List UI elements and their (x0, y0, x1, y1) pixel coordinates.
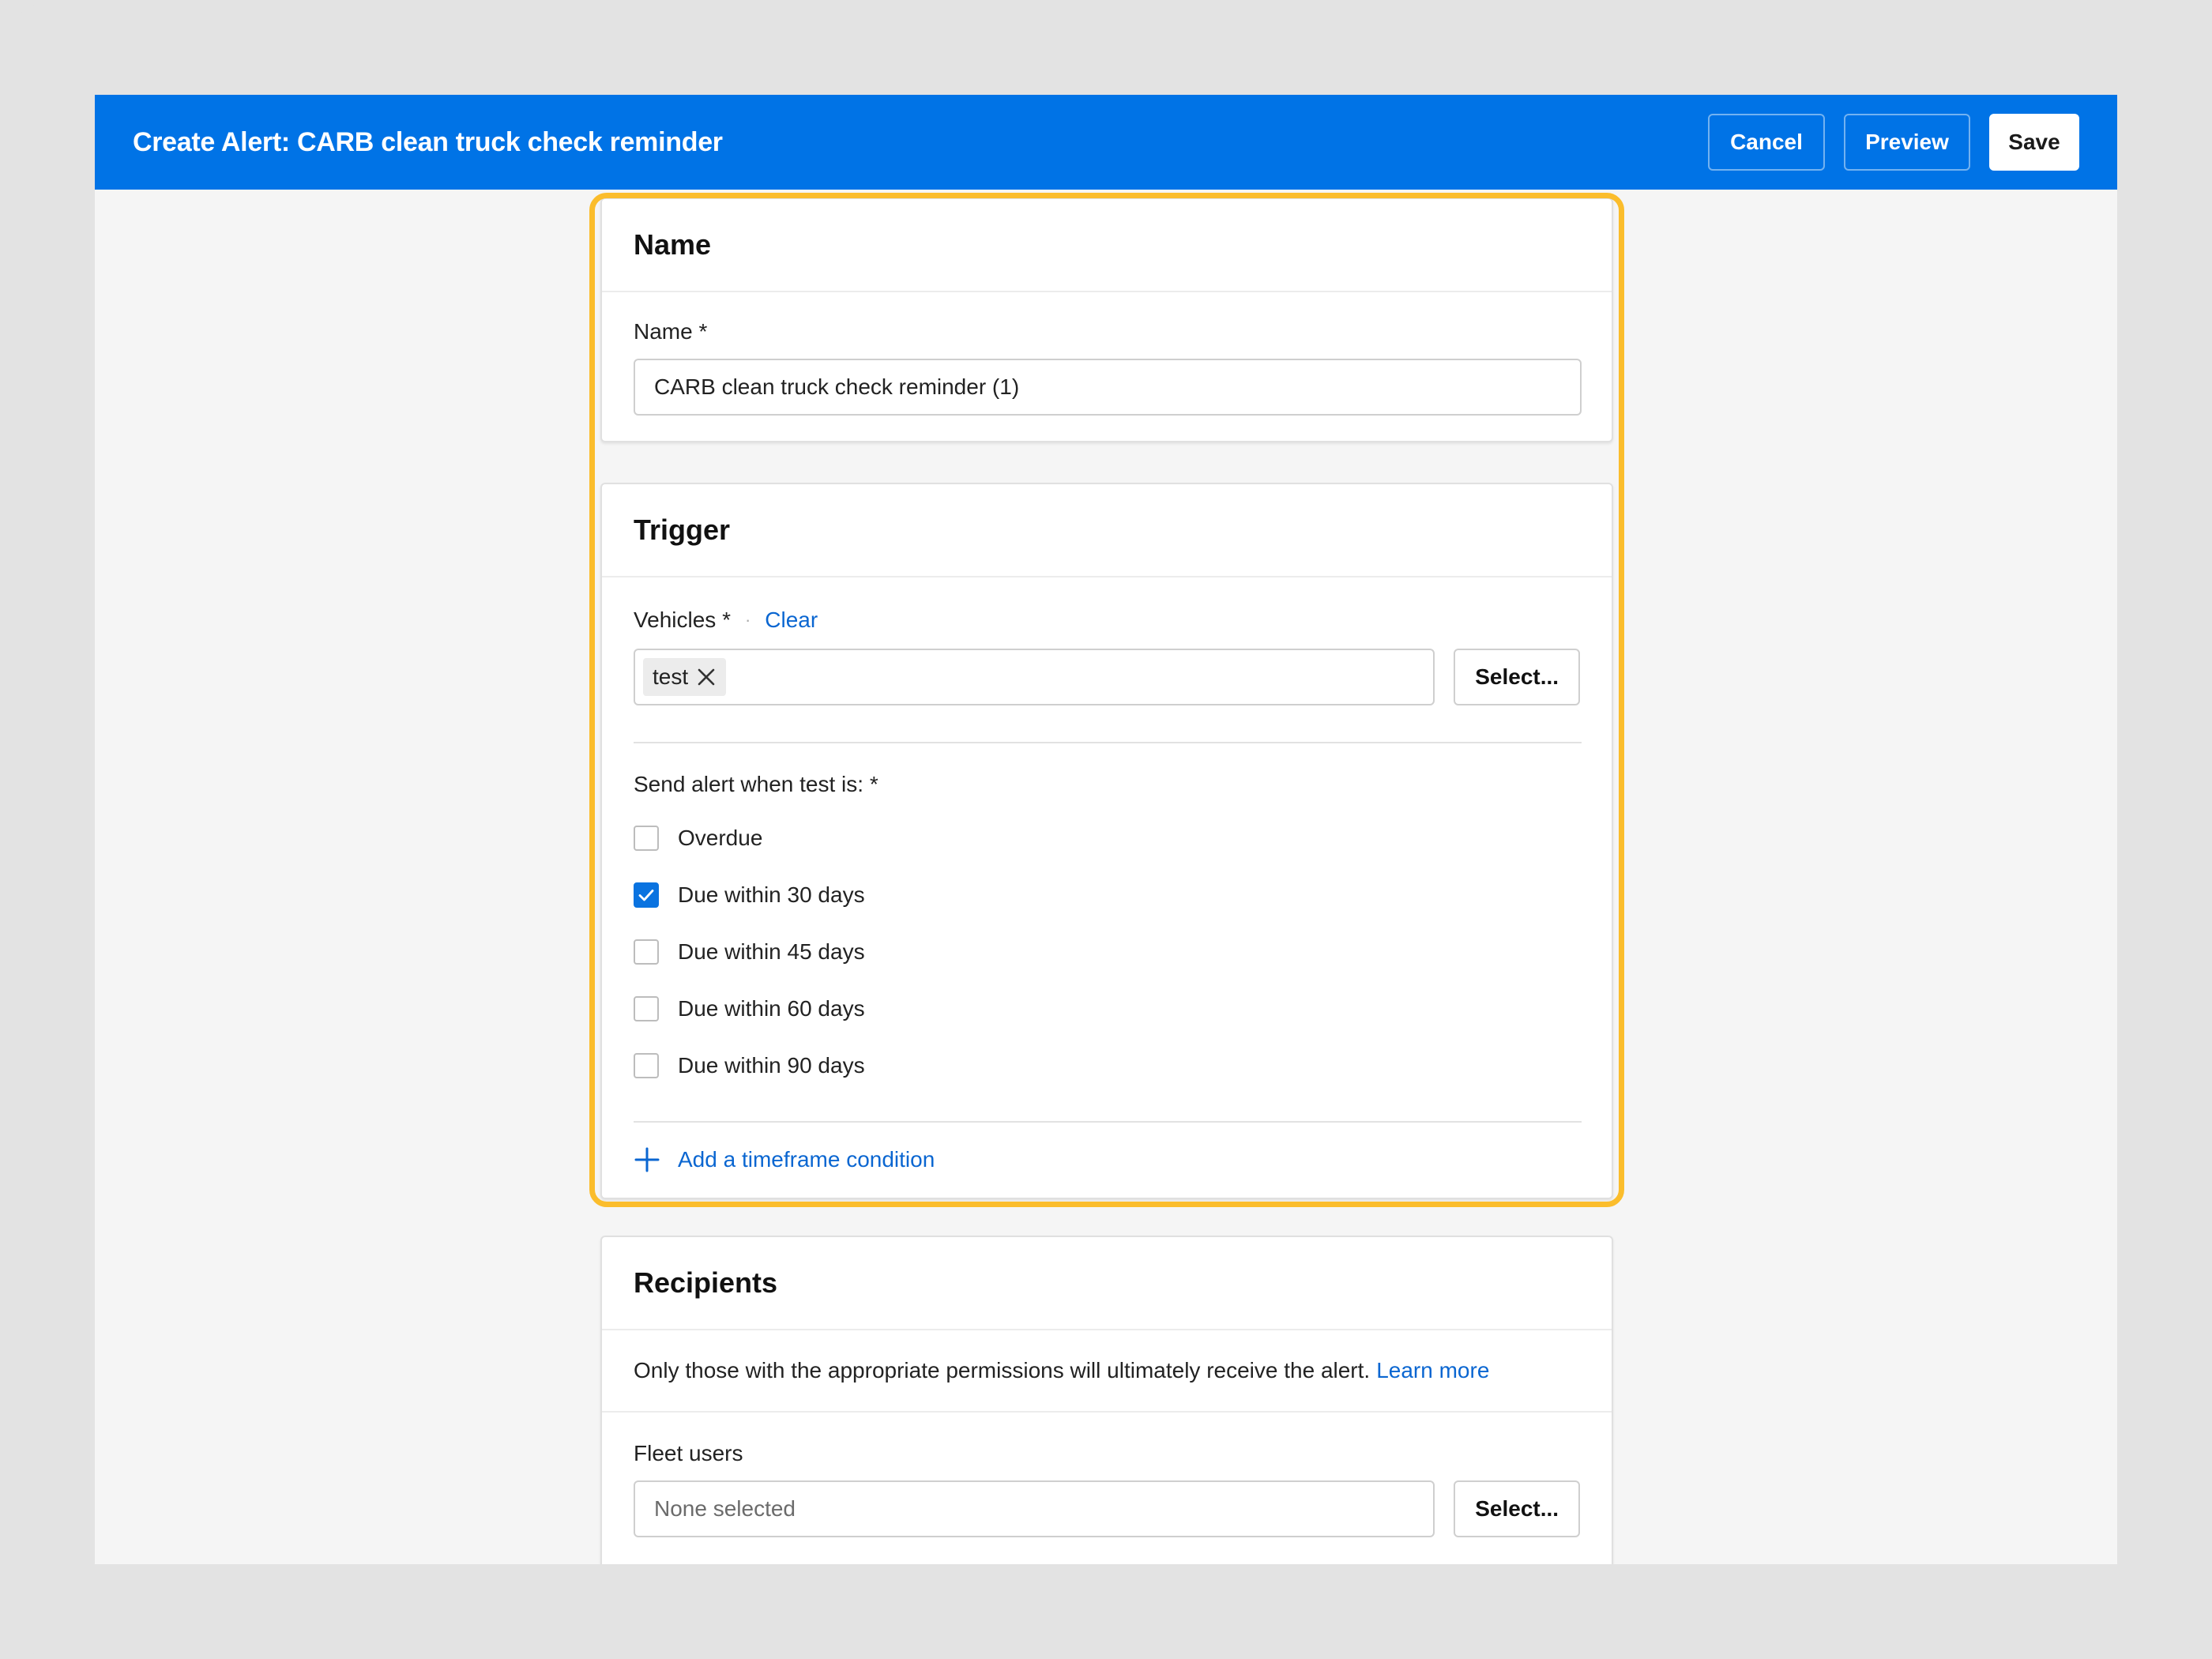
send-alert-label: Send alert when test is: * (634, 772, 878, 796)
name-field-label: Name * (634, 319, 708, 344)
option-due-60[interactable]: Due within 60 days (634, 980, 1580, 1037)
name-card-title: Name (602, 199, 1612, 292)
option-due-90[interactable]: Due within 90 days (634, 1037, 1580, 1094)
header-actions: Cancel Preview Save (1708, 114, 2079, 171)
name-input[interactable]: CARB clean truck check reminder (1) (634, 359, 1582, 416)
top-bar: Create Alert: CARB clean truck check rem… (95, 95, 2117, 190)
fleet-users-label: Fleet users (634, 1441, 743, 1465)
trigger-card-title: Trigger (602, 484, 1612, 577)
recipients-card: Recipients Only those with the appropria… (600, 1236, 1613, 1564)
option-label: Due within 60 days (678, 996, 865, 1021)
recipients-card-title: Recipients (602, 1237, 1612, 1330)
option-overdue[interactable]: Overdue (634, 810, 1580, 867)
option-label: Due within 30 days (678, 882, 865, 907)
vehicles-input[interactable]: test (634, 649, 1435, 705)
divider (634, 742, 1582, 743)
trigger-card-body: Vehicles * · Clear test Select... Send a… (602, 604, 1612, 1173)
checkbox[interactable] (634, 996, 659, 1021)
option-label: Due within 45 days (678, 939, 865, 964)
add-timeframe-condition[interactable]: Add a timeframe condition (634, 1146, 1580, 1173)
close-icon[interactable] (696, 667, 717, 687)
checkbox[interactable] (634, 882, 659, 908)
vehicle-chip-label: test (653, 664, 689, 689)
vehicle-chip: test (643, 658, 727, 696)
timeframe-options: Overdue Due within 30 days Due within 45… (634, 810, 1580, 1094)
recipients-info: Only those with the appropriate permissi… (602, 1330, 1612, 1413)
fleet-users-select-button[interactable]: Select... (1454, 1480, 1580, 1537)
vehicles-label-row: Vehicles * · Clear (634, 604, 1580, 636)
trigger-card: Trigger Vehicles * · Clear test Select..… (600, 483, 1613, 1199)
fleet-users-row: None selected Select... (634, 1480, 1580, 1537)
add-condition-label: Add a timeframe condition (678, 1147, 935, 1172)
checkbox[interactable] (634, 1053, 659, 1078)
permissions-note: Only those with the appropriate permissi… (634, 1358, 1371, 1382)
divider (634, 1121, 1582, 1123)
fleet-users-input[interactable]: None selected (634, 1480, 1435, 1537)
vehicles-select-button[interactable]: Select... (1454, 649, 1580, 705)
vehicles-row: test Select... (634, 649, 1580, 705)
name-card-body: Name * CARB clean truck check reminder (… (602, 319, 1612, 416)
page-title: Create Alert: CARB clean truck check rem… (133, 126, 723, 157)
save-button[interactable]: Save (1989, 114, 2079, 171)
learn-more-link[interactable]: Learn more (1376, 1358, 1489, 1383)
app-window: Create Alert: CARB clean truck check rem… (95, 95, 2117, 1564)
recipients-card-body: Fleet users None selected Select... (602, 1441, 1612, 1537)
check-icon (638, 890, 654, 901)
preview-button[interactable]: Preview (1844, 114, 1970, 171)
checkbox[interactable] (634, 939, 659, 965)
option-due-45[interactable]: Due within 45 days (634, 924, 1580, 980)
label-separator: · (744, 610, 751, 630)
checkbox[interactable] (634, 826, 659, 851)
clear-link[interactable]: Clear (765, 608, 818, 633)
plus-icon (634, 1146, 660, 1173)
option-label: Due within 90 days (678, 1053, 865, 1078)
cancel-button[interactable]: Cancel (1708, 114, 1825, 171)
option-label: Overdue (678, 826, 763, 850)
vehicles-label: Vehicles * (634, 608, 731, 632)
option-due-30[interactable]: Due within 30 days (634, 867, 1580, 924)
name-card: Name Name * CARB clean truck check remin… (600, 198, 1613, 442)
